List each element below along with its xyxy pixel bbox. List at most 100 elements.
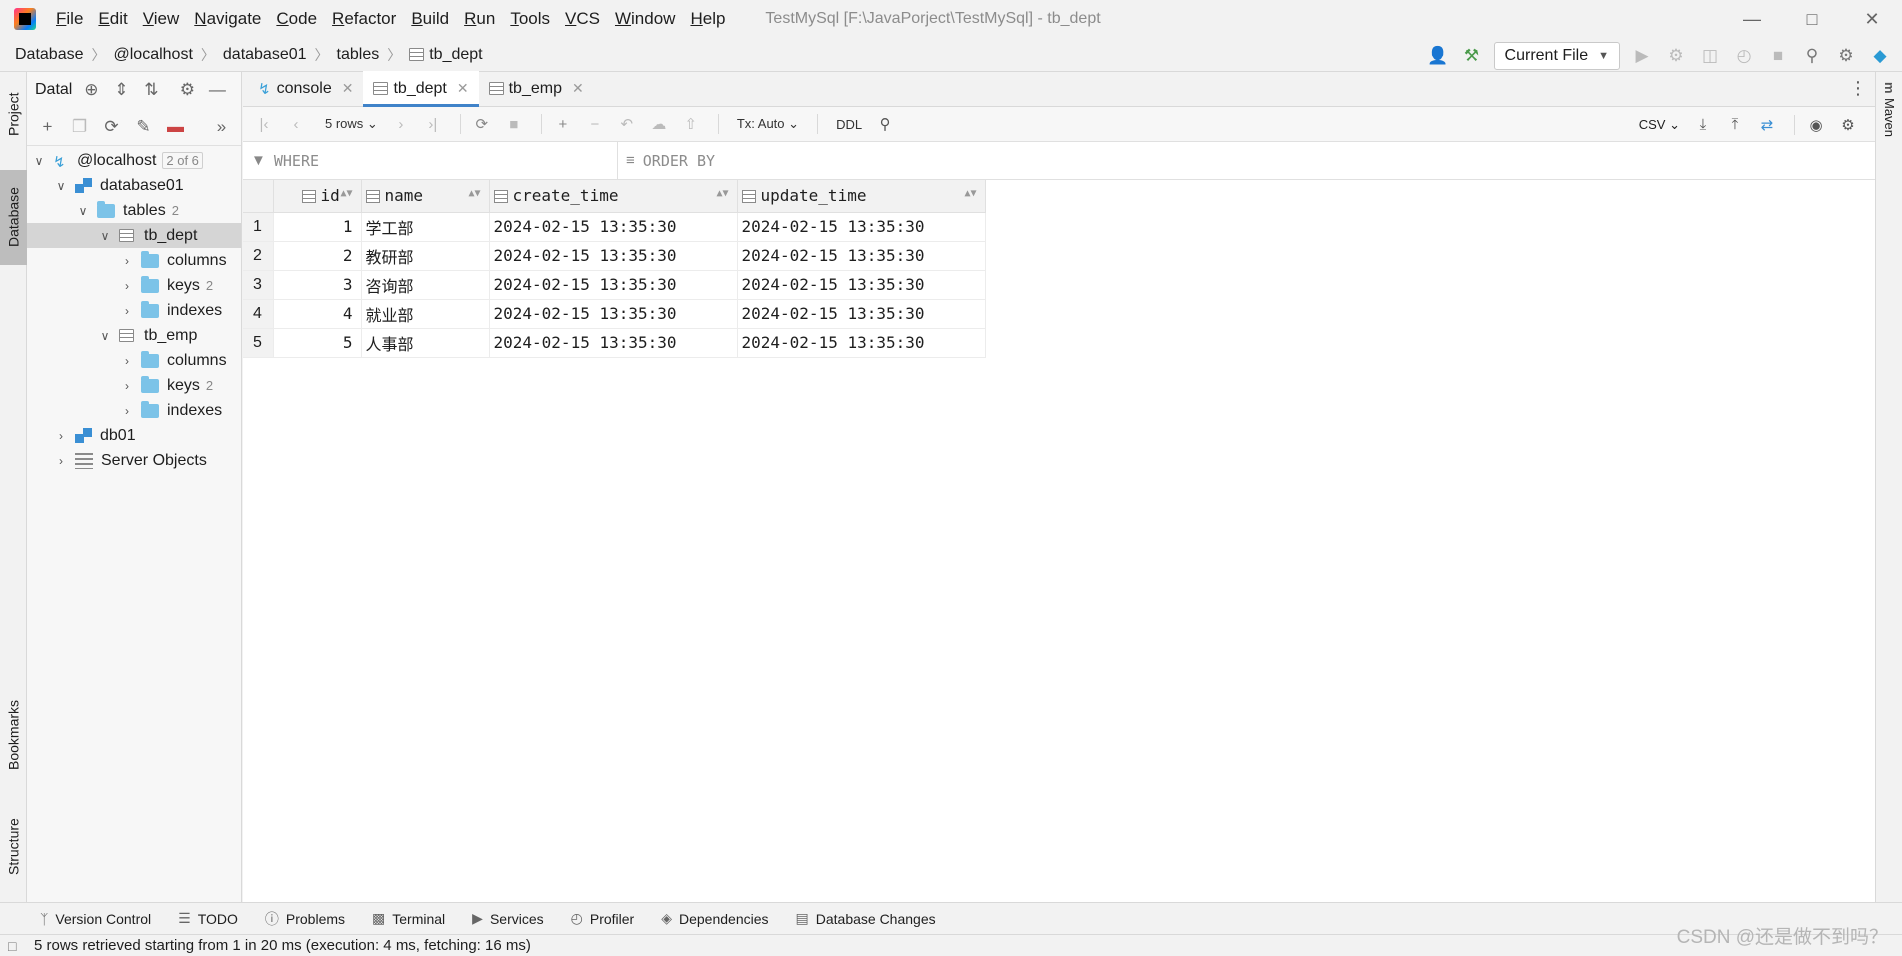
next-page-icon[interactable]: › (388, 116, 414, 133)
cell-id[interactable]: 3 (273, 270, 362, 300)
tree-node-tables[interactable]: ∨ tables 2 (27, 198, 241, 223)
chevron-right-icon[interactable]: › (53, 454, 69, 468)
row-number[interactable]: 2 (243, 241, 274, 271)
crosshair-icon[interactable]: ⊕ (80, 80, 102, 100)
chevron-down-icon[interactable]: ∨ (97, 329, 113, 343)
cell-create-time[interactable]: 2024-02-15 13:35:30 (489, 212, 738, 242)
chevron-down-icon[interactable]: ∨ (31, 154, 47, 168)
menu-run[interactable]: Run (464, 9, 495, 29)
cell-name[interactable]: 就业部 (361, 299, 490, 329)
tree-node-localhost[interactable]: ∨ ↯ @localhost 2 of 6 (27, 148, 241, 173)
sort-icon[interactable]: ▲▼ (340, 188, 352, 199)
menu-refactor[interactable]: Refactor (332, 9, 396, 29)
menu-window[interactable]: Window (615, 9, 675, 29)
cell-name[interactable]: 学工部 (361, 212, 490, 242)
cell-update-time[interactable]: 2024-02-15 13:35:30 (737, 241, 986, 271)
close-icon[interactable]: ✕ (342, 80, 354, 97)
cell-update-time[interactable]: 2024-02-15 13:35:30 (737, 299, 986, 329)
compare-icon[interactable]: ⇄ (1754, 116, 1780, 134)
sort-icon[interactable]: ▲▼ (468, 188, 480, 199)
project-tool-tab[interactable]: Project (0, 77, 27, 152)
delete-row-icon[interactable]: − (582, 116, 608, 133)
chevron-right-icon[interactable]: › (119, 354, 135, 368)
breadcrumb-database[interactable]: Database (15, 46, 84, 64)
more-vertical-icon[interactable]: ⋮ (1849, 78, 1867, 99)
tab-tb-emp[interactable]: tb_emp ✕ (479, 71, 594, 106)
status-panel-toggle-icon[interactable]: □ (8, 938, 16, 954)
tree-node-database01[interactable]: ∨ database01 (27, 173, 241, 198)
todo-button[interactable]: ☰ TODO (178, 910, 238, 927)
user-icon[interactable]: 👤 (1426, 44, 1450, 68)
more-icon[interactable]: » (209, 117, 234, 137)
debug-icon[interactable]: ⚙ (1664, 44, 1688, 68)
cell-name[interactable]: 教研部 (361, 241, 490, 271)
row-number[interactable]: 3 (243, 270, 274, 300)
cancel-query-icon[interactable]: ■ (501, 116, 527, 133)
menu-view[interactable]: View (143, 9, 180, 29)
revert-icon[interactable]: ↶ (614, 115, 640, 133)
transaction-mode-select[interactable]: Tx: Auto ⌄ (737, 116, 799, 132)
download-icon[interactable]: ⤓ (1690, 116, 1716, 133)
cell-id[interactable]: 4 (273, 299, 362, 329)
row-number[interactable]: 1 (243, 212, 274, 242)
terminal-button[interactable]: ▩ Terminal (372, 910, 445, 927)
expand-all-icon[interactable]: ⇕ (110, 80, 132, 100)
structure-tool-tab[interactable]: Structure (0, 802, 27, 892)
column-header-name[interactable]: name ▲▼ (361, 180, 490, 213)
cell-id[interactable]: 5 (273, 328, 362, 358)
menu-file[interactable]: File (56, 9, 83, 29)
menu-navigate[interactable]: Navigate (194, 9, 261, 29)
first-page-icon[interactable]: |‹ (251, 116, 277, 133)
column-header-id[interactable]: id ▲▼ (273, 180, 362, 213)
chevron-down-icon[interactable]: ∨ (75, 204, 91, 218)
grid-settings-gear-icon[interactable]: ⚙ (1835, 116, 1861, 134)
chevron-right-icon[interactable]: › (53, 429, 69, 443)
sort-icon[interactable]: ▲▼ (716, 188, 728, 199)
column-header-create-time[interactable]: create_time ▲▼ (489, 180, 738, 213)
reload-icon[interactable]: ⟳ (469, 115, 495, 133)
view-eye-icon[interactable]: ◉ (1803, 116, 1829, 134)
chevron-right-icon[interactable]: › (119, 304, 135, 318)
refresh-icon[interactable]: ⟳ (99, 117, 124, 137)
run-configuration-select[interactable]: Current File ▼ (1493, 42, 1620, 70)
build-hammer-icon[interactable]: ⚒ (1460, 44, 1484, 68)
profile-icon[interactable]: ◴ (1732, 44, 1756, 68)
cell-update-time[interactable]: 2024-02-15 13:35:30 (737, 212, 986, 242)
copy-icon[interactable]: ❐ (67, 117, 92, 137)
menu-code[interactable]: Code (276, 9, 317, 29)
cell-name[interactable]: 人事部 (361, 328, 490, 358)
close-icon[interactable]: ✕ (457, 80, 469, 97)
dependencies-button[interactable]: ◈ Dependencies (661, 910, 768, 927)
search-icon[interactable]: ⚲ (872, 115, 898, 133)
tree-node-emp-indexes[interactable]: › indexes (27, 398, 241, 423)
cell-create-time[interactable]: 2024-02-15 13:35:30 (489, 328, 738, 358)
order-by-input[interactable]: ≡ ORDER BY (618, 142, 1875, 180)
tree-node-tb-dept[interactable]: ∨ tb_dept (27, 223, 241, 248)
chevron-right-icon[interactable]: › (119, 379, 135, 393)
export-format-select[interactable]: CSV ⌄ (1639, 117, 1680, 133)
services-button[interactable]: ▶ Services (472, 910, 543, 927)
breadcrumb-tables[interactable]: tables (337, 46, 380, 64)
menu-tools[interactable]: Tools (510, 9, 550, 29)
version-control-button[interactable]: ᛉ Version Control (40, 911, 151, 927)
cell-id[interactable]: 2 (273, 241, 362, 271)
settings-gear-icon[interactable]: ⚙ (1834, 44, 1858, 68)
maximize-icon[interactable]: □ (1782, 0, 1842, 38)
cell-update-time[interactable]: 2024-02-15 13:35:30 (737, 328, 986, 358)
tree-node-emp-columns[interactable]: › columns (27, 348, 241, 373)
tree-node-dept-indexes[interactable]: › indexes (27, 298, 241, 323)
chevron-right-icon[interactable]: › (119, 279, 135, 293)
chevron-right-icon[interactable]: › (119, 254, 135, 268)
where-filter-input[interactable]: ▼ WHERE (243, 141, 618, 180)
cell-update-time[interactable]: 2024-02-15 13:35:30 (737, 270, 986, 300)
tree-node-tb-emp[interactable]: ∨ tb_emp (27, 323, 241, 348)
tab-console[interactable]: ↯ console ✕ (248, 71, 363, 106)
tree-node-server-objects[interactable]: › Server Objects (27, 448, 241, 473)
close-icon[interactable]: ✕ (572, 80, 584, 97)
breadcrumb-localhost[interactable]: @localhost (114, 46, 193, 64)
close-icon[interactable]: ✕ (1842, 0, 1902, 38)
cell-create-time[interactable]: 2024-02-15 13:35:30 (489, 270, 738, 300)
cell-id[interactable]: 1 (273, 212, 362, 242)
row-number[interactable]: 5 (243, 328, 274, 358)
coverage-icon[interactable]: ◫ (1698, 44, 1722, 68)
